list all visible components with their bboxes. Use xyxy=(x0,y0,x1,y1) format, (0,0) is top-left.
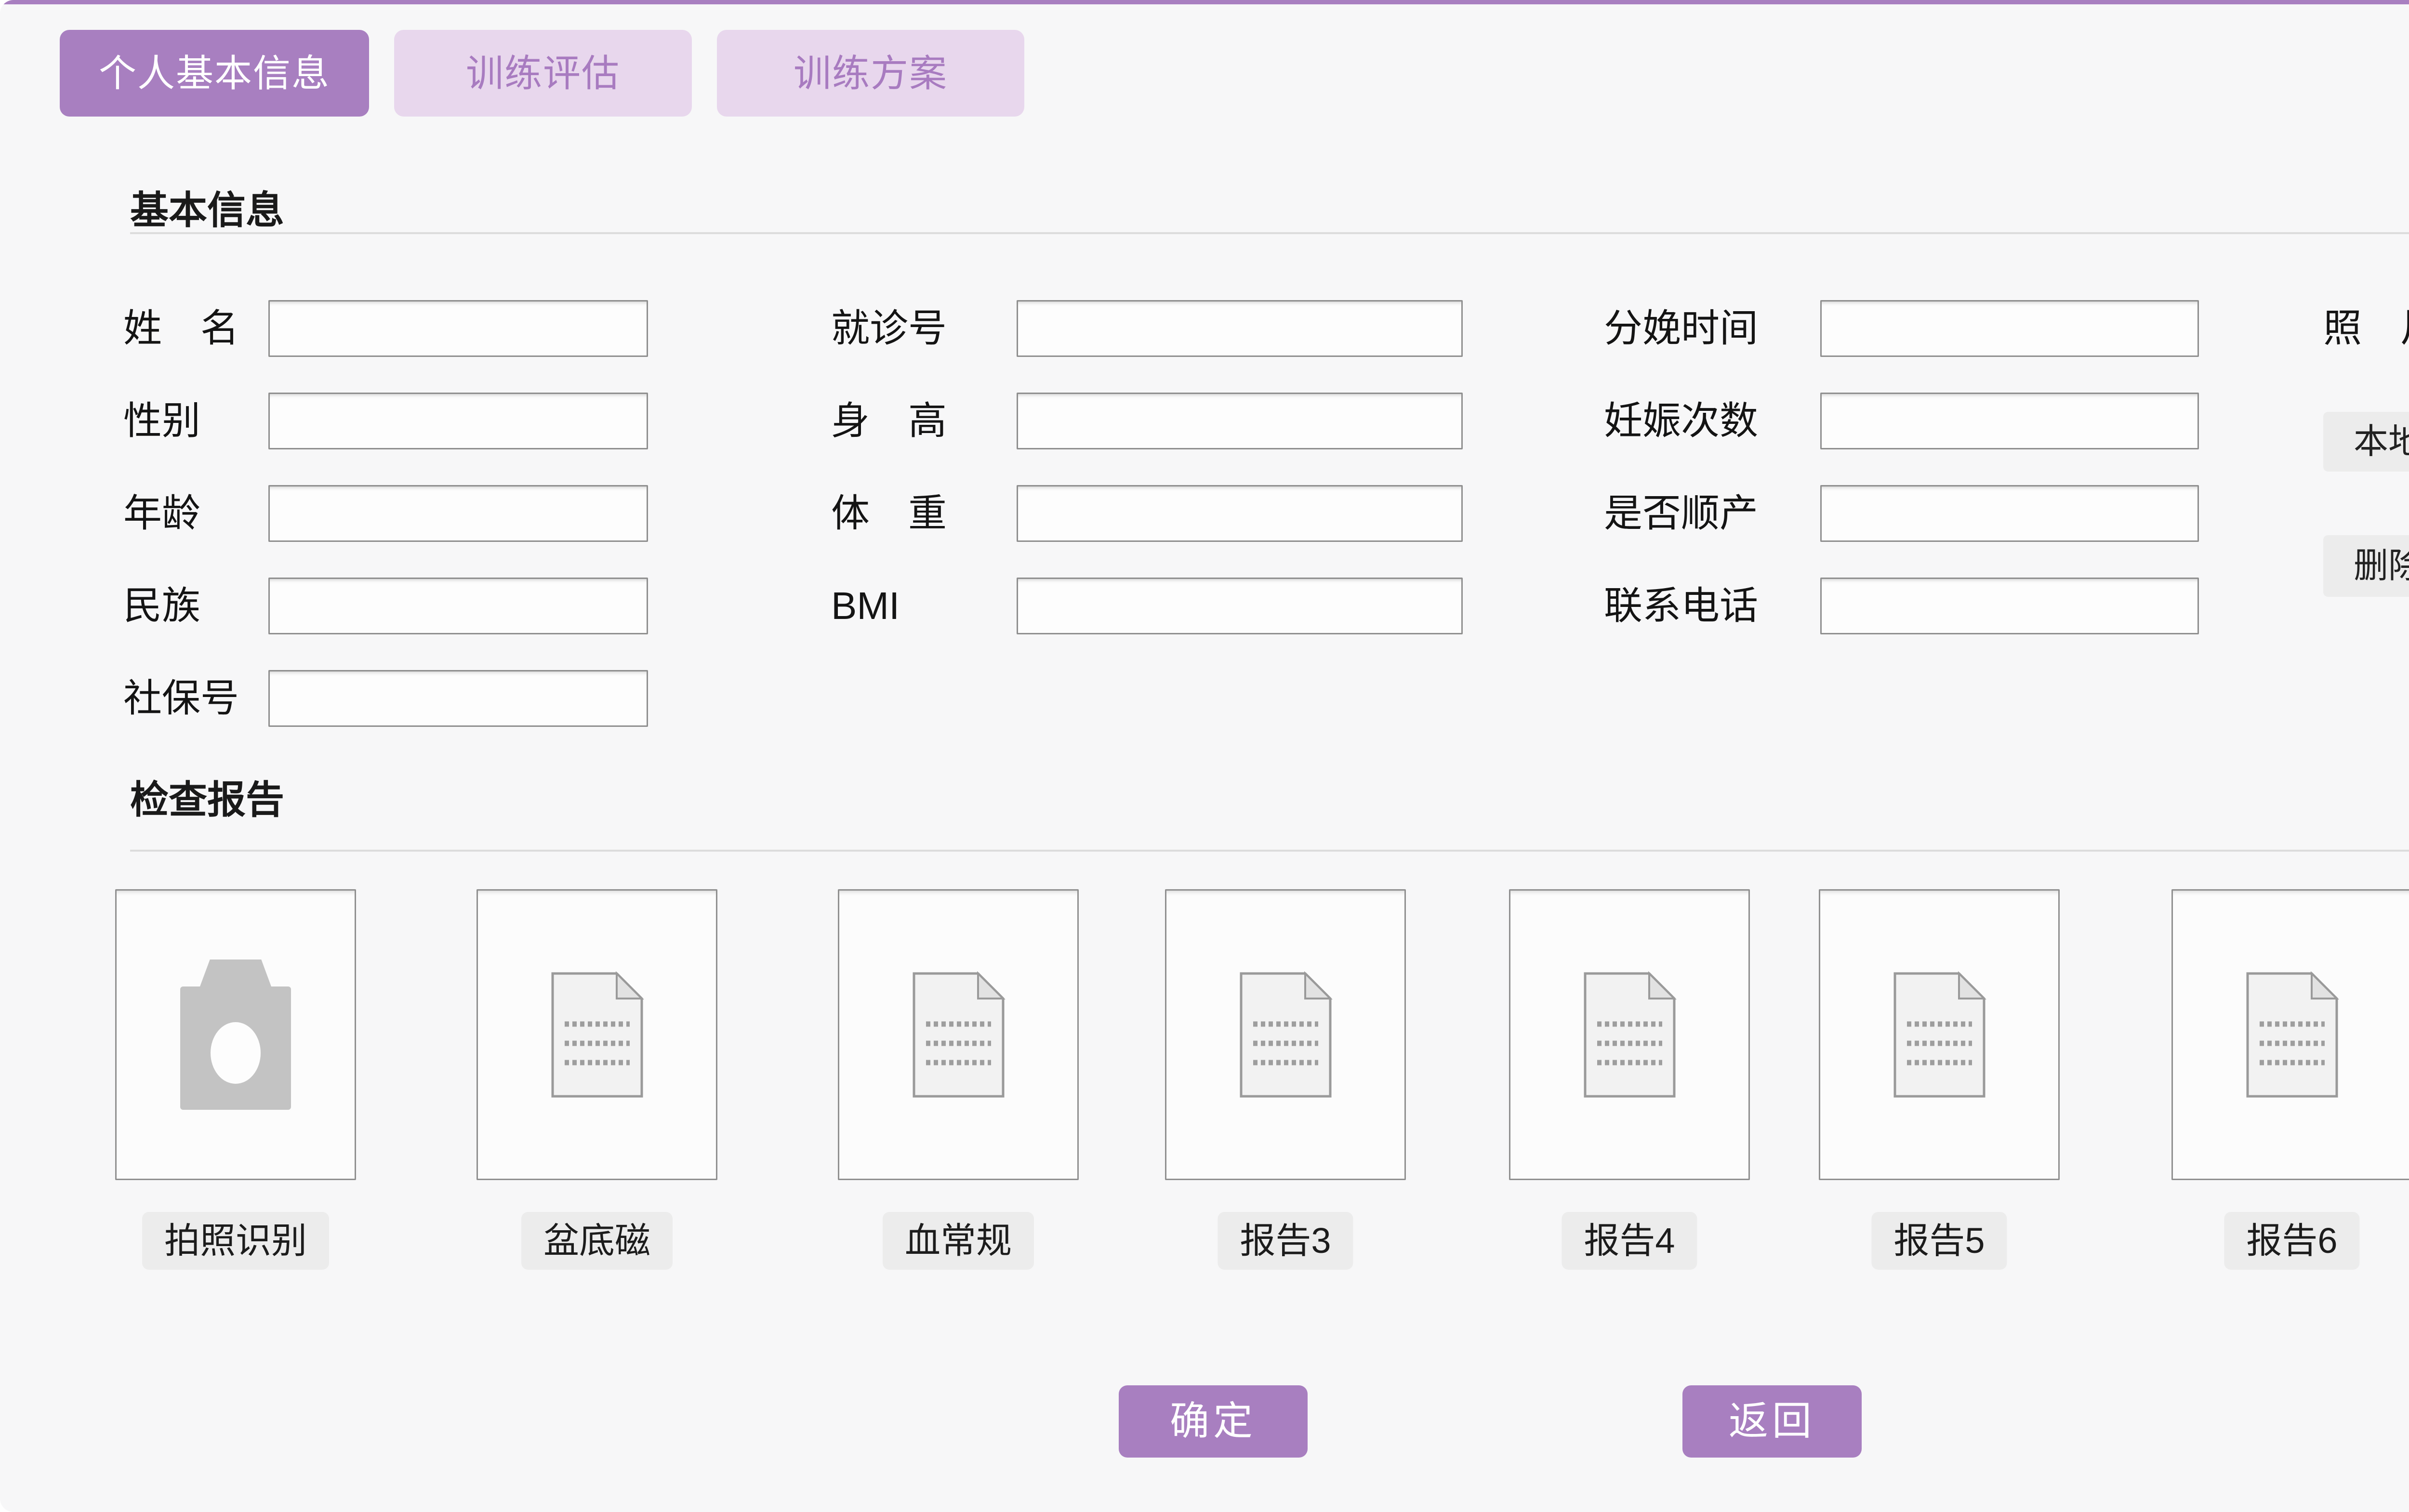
tab-training-plan[interactable]: 训练方案 xyxy=(717,30,1024,117)
card-label-pelvic-magnetic[interactable]: 盆底磁 xyxy=(521,1212,673,1270)
card-label-report5[interactable]: 报告5 xyxy=(1871,1212,2007,1270)
field-pregnancy-count-label: 妊娠次数 xyxy=(1604,393,1758,449)
gender-input[interactable] xyxy=(268,393,648,449)
field-bmi-label: BMI xyxy=(831,578,900,634)
name-input[interactable] xyxy=(268,300,648,357)
ethnicity-input[interactable] xyxy=(268,578,648,634)
field-ethnicity-label: 民族 xyxy=(123,578,200,634)
section-title-basic-info: 基本信息 xyxy=(130,179,284,235)
document-icon xyxy=(2245,971,2339,1099)
card-label-report3[interactable]: 报告3 xyxy=(1218,1212,1353,1270)
divider xyxy=(130,232,2409,234)
field-gender-label: 性别 xyxy=(123,393,200,449)
document-icon xyxy=(550,971,644,1099)
field-height-label: 身 高 xyxy=(831,393,947,449)
visit-no-input[interactable] xyxy=(1017,300,1463,357)
divider xyxy=(130,850,2409,852)
photo-label: 照 片 xyxy=(2323,300,2409,357)
back-button[interactable]: 返回 xyxy=(1682,1385,1862,1458)
patient-info-page: 个人基本信息 训练评估 训练方案 基本信息 姓 名 性别 年龄 民族 社保号 就… xyxy=(0,0,2409,1512)
tab-personal-basic-info[interactable]: 个人基本信息 xyxy=(60,30,369,117)
camera-icon xyxy=(180,960,291,1110)
tab-training-evaluation[interactable]: 训练评估 xyxy=(394,30,692,117)
pregnancy-count-input[interactable] xyxy=(1820,393,2199,449)
confirm-button[interactable]: 确定 xyxy=(1119,1385,1308,1458)
field-phone-label: 联系电话 xyxy=(1604,578,1758,634)
document-icon xyxy=(1583,971,1677,1099)
field-weight-label: 体 重 xyxy=(831,485,947,542)
report-card-report4[interactable] xyxy=(1509,889,1750,1180)
card-label-photo-recognition[interactable]: 拍照识别 xyxy=(142,1212,329,1270)
field-natural-birth-label: 是否顺产 xyxy=(1604,485,1758,542)
field-name-label: 姓 名 xyxy=(123,300,239,357)
report-card-photo-recognition[interactable] xyxy=(115,889,356,1180)
phone-input[interactable] xyxy=(1820,578,2199,634)
tab-bar: 个人基本信息 训练评估 训练方案 xyxy=(60,30,1024,117)
section-title-exam-reports: 检查报告 xyxy=(130,769,284,825)
height-input[interactable] xyxy=(1017,393,1463,449)
card-label-blood-routine[interactable]: 血常规 xyxy=(883,1212,1034,1270)
local-upload-button[interactable]: 本地上传 xyxy=(2323,412,2409,472)
document-icon xyxy=(1893,971,1986,1099)
field-social-security-no-label: 社保号 xyxy=(123,670,239,727)
bmi-input[interactable] xyxy=(1017,578,1463,634)
report-card-report5[interactable] xyxy=(1819,889,2060,1180)
field-visit-no-label: 就诊号 xyxy=(831,300,947,357)
report-card-blood-routine[interactable] xyxy=(838,889,1079,1180)
document-icon xyxy=(1239,971,1333,1099)
top-accent-bar xyxy=(0,0,2409,4)
field-delivery-time-label: 分娩时间 xyxy=(1604,300,1758,357)
document-icon xyxy=(912,971,1006,1099)
card-label-report4[interactable]: 报告4 xyxy=(1562,1212,1697,1270)
social-security-no-input[interactable] xyxy=(268,670,648,727)
delete-photo-button[interactable]: 删除照片 xyxy=(2323,535,2409,597)
report-card-report6[interactable] xyxy=(2171,889,2409,1180)
weight-input[interactable] xyxy=(1017,485,1463,542)
age-input[interactable] xyxy=(268,485,648,542)
delivery-time-input[interactable] xyxy=(1820,300,2199,357)
report-card-report3[interactable] xyxy=(1165,889,1406,1180)
card-label-report6[interactable]: 报告6 xyxy=(2224,1212,2359,1270)
report-card-pelvic-magnetic[interactable] xyxy=(477,889,717,1180)
natural-birth-input[interactable] xyxy=(1820,485,2199,542)
field-age-label: 年龄 xyxy=(123,485,200,542)
